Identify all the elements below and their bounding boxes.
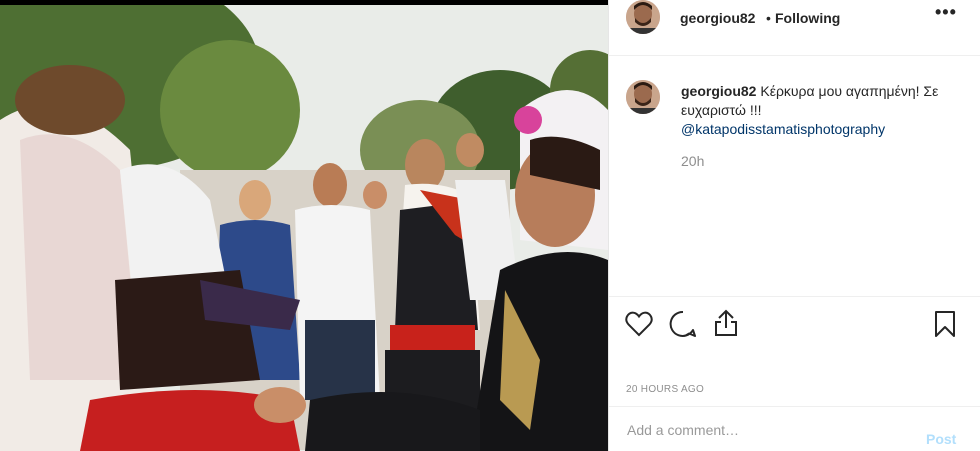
caption-mention-link[interactable]: @katapodisstamatisphotography <box>681 121 885 137</box>
action-bar: 20 HOURS AGO <box>609 296 980 406</box>
comment-icon[interactable] <box>669 310 697 338</box>
more-icon[interactable]: ••• <box>935 2 957 23</box>
share-icon[interactable] <box>713 309 739 337</box>
caption-time[interactable]: 20h <box>681 153 704 169</box>
caption-avatar[interactable] <box>626 80 660 114</box>
username-link[interactable]: georgiou82 <box>680 10 755 26</box>
avatar-image <box>626 80 660 114</box>
post-photo-illustration <box>0 0 608 451</box>
add-comment-input[interactable] <box>625 421 929 439</box>
add-comment-bar: Post <box>609 406 980 451</box>
separator-dot: • <box>766 10 771 26</box>
post-sidebar: georgiou82 • Following ••• georgiou82 Κέ… <box>608 0 980 451</box>
caption-comment: georgiou82 Κέρκυρα μου αγαπημένη! Σε ευχ… <box>609 56 980 296</box>
following-button[interactable]: Following <box>775 10 840 26</box>
post-header: georgiou82 • Following ••• <box>609 0 980 56</box>
post-comment-button[interactable]: Post <box>926 431 956 447</box>
top-edge <box>0 0 608 5</box>
avatar[interactable] <box>626 0 660 34</box>
heart-icon[interactable] <box>625 311 653 337</box>
post-photo[interactable] <box>0 0 608 451</box>
post-timestamp[interactable]: 20 HOURS AGO <box>626 384 704 395</box>
avatar-image <box>626 0 660 34</box>
caption-text: georgiou82 Κέρκυρα μου αγαπημένη! Σε ευχ… <box>681 82 966 139</box>
caption-username[interactable]: georgiou82 <box>681 83 756 99</box>
bookmark-icon[interactable] <box>934 311 956 337</box>
